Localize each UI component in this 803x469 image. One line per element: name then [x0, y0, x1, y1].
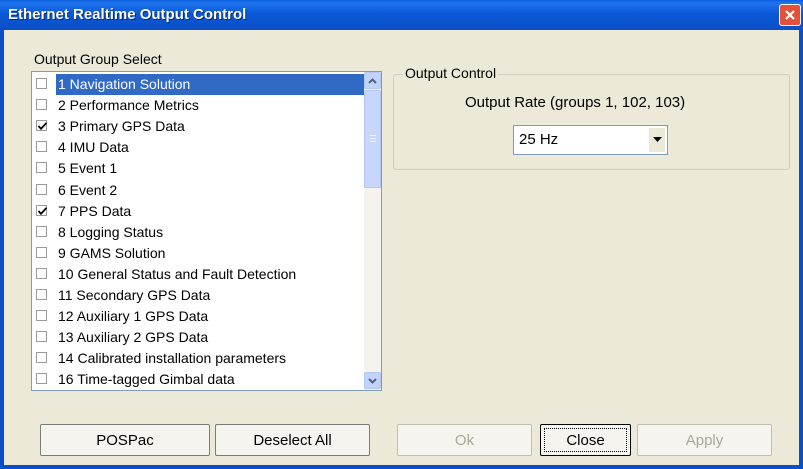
list-item[interactable]: 11 Secondary GPS Data: [32, 285, 362, 306]
chevron-down-icon: [368, 377, 377, 384]
checkbox[interactable]: [36, 78, 47, 89]
list-item[interactable]: 4 IMU Data: [32, 137, 362, 158]
list-item-label: 4 IMU Data: [58, 139, 129, 156]
list-item-label: 9 GAMS Solution: [58, 244, 166, 261]
list-item-label: 12 Auxiliary 1 GPS Data: [58, 308, 209, 325]
list-item-label: 8 Logging Status: [58, 223, 164, 240]
close-icon: [785, 10, 795, 20]
checkbox[interactable]: [36, 310, 47, 322]
list-item[interactable]: 10 General Status and Fault Detection: [32, 264, 362, 285]
list-item-label: 7 PPS Data: [58, 202, 132, 219]
ok-button[interactable]: Ok: [397, 424, 532, 456]
list-item[interactable]: 3 Primary GPS Data: [32, 116, 362, 137]
checkmark-icon: [37, 206, 48, 215]
list-item[interactable]: 6 Event 2: [32, 180, 362, 201]
checkbox[interactable]: [36, 183, 47, 195]
close-button-label: Close: [566, 431, 605, 449]
apply-button[interactable]: Apply: [637, 424, 772, 456]
list-item-label: 6 Event 2: [58, 181, 118, 198]
checkmark-icon: [37, 122, 48, 131]
scroll-down-button[interactable]: [364, 372, 381, 389]
list-item[interactable]: 2 Performance Metrics: [32, 95, 362, 116]
output-group-label: Output Group Select: [34, 51, 162, 67]
output-rate-select[interactable]: 25 Hz: [513, 125, 668, 155]
checkbox[interactable]: [36, 141, 47, 153]
close-window-button[interactable]: [779, 4, 801, 26]
checkbox[interactable]: [36, 352, 47, 364]
list-item-label: 14 Calibrated installation parameters: [58, 350, 287, 367]
checkbox[interactable]: [36, 246, 47, 258]
checkbox[interactable]: [36, 267, 47, 279]
list-item-label: 1 Navigation Solution: [56, 74, 372, 95]
list-item-label: 16 Time-tagged Gimbal data: [58, 371, 235, 388]
output-rate-dropdown-button[interactable]: [648, 128, 665, 152]
list-item-label: 2 Performance Metrics: [58, 97, 199, 114]
list-item[interactable]: 13 Auxiliary 2 GPS Data: [32, 327, 362, 348]
scroll-thumb[interactable]: [364, 90, 381, 188]
list-item[interactable]: 9 GAMS Solution: [32, 243, 362, 264]
list-item-label: 5 Event 1: [58, 160, 118, 177]
checkbox[interactable]: [36, 225, 47, 237]
output-group-listbox[interactable]: 16 Time-tagged Gimbal data 14 Calibrated …: [31, 71, 382, 391]
checkbox[interactable]: [36, 373, 47, 385]
list-item-label: 11 Secondary GPS Data: [58, 287, 211, 303]
list-item[interactable]: 8 Logging Status: [32, 222, 362, 243]
output-rate-value: 25 Hz: [519, 131, 559, 148]
list-item-label: 3 Primary GPS Data: [58, 118, 185, 135]
checkbox[interactable]: [36, 162, 47, 174]
pospac-button[interactable]: POSPac: [40, 424, 210, 456]
scroll-up-button[interactable]: [364, 72, 381, 89]
dropdown-arrow-icon: [652, 137, 662, 142]
list-item-label: 10 General Status and Fault Detection: [58, 265, 297, 282]
list-item-label: 13 Auxiliary 2 GPS Data: [58, 329, 209, 346]
list-item[interactable]: 16 Time-tagged Gimbal data: [32, 369, 362, 390]
window-title: Ethernet Realtime Output Control: [8, 6, 247, 23]
close-button[interactable]: Close: [540, 424, 631, 456]
window-frame-right: [799, 30, 803, 469]
output-rate-label: Output Rate (groups 1, 102, 103): [465, 94, 686, 111]
checkbox[interactable]: [36, 331, 47, 343]
checkbox-checked[interactable]: [36, 120, 48, 132]
window-frame-left: [0, 30, 4, 469]
list-item[interactable]: 14 Calibrated installation parameters: [32, 348, 362, 369]
list-item[interactable]: 7 PPS Data: [32, 201, 362, 222]
output-control-legend: Output Control: [403, 65, 499, 81]
list-item[interactable]: 1 Navigation Solution: [32, 74, 372, 95]
checkbox[interactable]: [36, 99, 47, 111]
listbox-scrollbar[interactable]: [364, 72, 381, 390]
checkbox-checked[interactable]: [36, 204, 48, 216]
window-frame-bottom: [0, 465, 803, 469]
deselect-all-button[interactable]: Deselect All: [215, 424, 370, 456]
chevron-up-icon: [368, 77, 377, 84]
list-item[interactable]: 5 Event 1: [32, 158, 362, 179]
title-bar: Ethernet Realtime Output Control: [0, 0, 803, 30]
list-item[interactable]: 12 Auxiliary 1 GPS Data: [32, 306, 362, 327]
checkbox[interactable]: [36, 289, 47, 300]
output-control-groupbox: [393, 74, 790, 170]
